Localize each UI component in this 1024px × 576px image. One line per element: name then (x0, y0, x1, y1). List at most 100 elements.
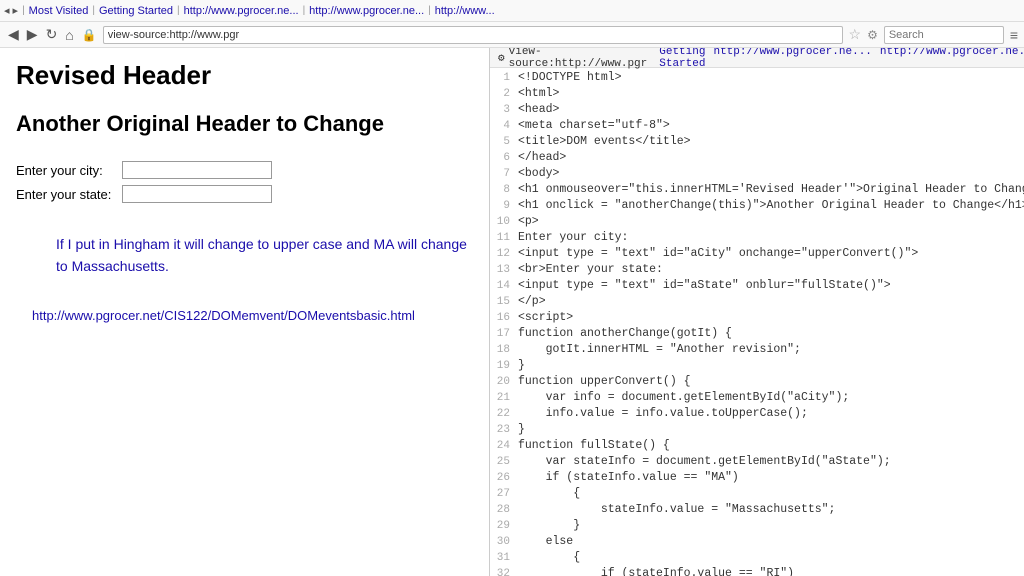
nav-separator3: | (177, 5, 180, 16)
line-code: var stateInfo = document.getElementById(… (518, 454, 891, 470)
source-line: 11Enter your city: (490, 230, 1024, 246)
city-input[interactable] (122, 161, 272, 179)
settings-icon[interactable]: ⚙ (867, 28, 878, 42)
line-code: <title>DOM events</title> (518, 134, 691, 150)
state-label: Enter your state: (16, 187, 116, 202)
reload-button[interactable]: ↻ (44, 26, 60, 43)
line-code: <meta charset="utf-8"> (518, 118, 670, 134)
line-code: else (518, 534, 573, 550)
source-line: 9<h1 onclick = "anotherChange(this)">Ano… (490, 198, 1024, 214)
page-heading-1: Revised Header (16, 60, 473, 91)
address-input[interactable] (103, 26, 843, 44)
source-line: 1<!DOCTYPE html> (490, 70, 1024, 86)
home-button[interactable]: ⌂ (63, 27, 75, 43)
source-line: 12<input type = "text" id="aCity" onchan… (490, 246, 1024, 262)
line-code: <p> (518, 214, 539, 230)
line-code: function fullState() { (518, 438, 670, 454)
nav-icon-fwd[interactable]: ▸ (13, 4, 19, 17)
back-button[interactable]: ◀ (6, 26, 21, 43)
nav-link-1[interactable]: http://www.pgrocer.ne... (184, 5, 299, 17)
source-tab-icon: ⚙ (498, 51, 505, 65)
nav-bar: ◂ ▸ | Most Visited | Getting Started | h… (0, 0, 1024, 22)
bookmark-star-icon[interactable]: ☆ (849, 26, 862, 43)
source-line: 28 stateInfo.value = "Massachusetts"; (490, 502, 1024, 518)
source-line: 13<br>Enter your state: (490, 262, 1024, 278)
line-number: 21 (490, 390, 518, 406)
source-header: ⚙ view-source:http://www.pgr Getting Sta… (490, 48, 1024, 68)
src-bm-2[interactable]: http://www.pgrocer.ne... (880, 48, 1024, 70)
line-number: 29 (490, 518, 518, 534)
line-code: } (518, 422, 525, 438)
source-line: 19} (490, 358, 1024, 374)
source-tab-label: view-source:http://www.pgr (509, 48, 648, 70)
src-bm-getting-started[interactable]: Getting Started (659, 48, 705, 70)
search-input[interactable] (884, 26, 1004, 44)
line-code: <body> (518, 166, 559, 182)
nav-link-2[interactable]: http://www.pgrocer.ne... (309, 5, 424, 17)
source-line: 5<title>DOM events</title> (490, 134, 1024, 150)
nav-link-most-visited[interactable]: Most Visited (29, 5, 89, 17)
source-line: 24function fullState() { (490, 438, 1024, 454)
source-line: 3<head> (490, 102, 1024, 118)
source-line: 6</head> (490, 150, 1024, 166)
line-number: 3 (490, 102, 518, 118)
line-number: 20 (490, 374, 518, 390)
line-code: <!DOCTYPE html> (518, 70, 622, 86)
line-code: <input type = "text" id="aCity" onchange… (518, 246, 918, 262)
source-line: 32 if (stateInfo.value == "RI") (490, 566, 1024, 576)
line-code: function upperConvert() { (518, 374, 691, 390)
line-number: 26 (490, 470, 518, 486)
line-number: 18 (490, 342, 518, 358)
src-bm-1[interactable]: http://www.pgrocer.ne... (713, 48, 871, 70)
line-number: 27 (490, 486, 518, 502)
line-code: if (stateInfo.value == "RI") (518, 566, 794, 576)
line-number: 7 (490, 166, 518, 182)
nav-separator4: | (303, 5, 306, 16)
state-input[interactable] (122, 185, 272, 203)
nav-separator: | (22, 5, 25, 16)
nav-separator5: | (428, 5, 431, 16)
source-body: 1<!DOCTYPE html>2<html>3<head>4<meta cha… (490, 68, 1024, 576)
line-code: { (518, 486, 580, 502)
line-number: 24 (490, 438, 518, 454)
source-line: 20function upperConvert() { (490, 374, 1024, 390)
line-number: 6 (490, 150, 518, 166)
line-code: Enter your city: (518, 230, 628, 246)
line-number: 15 (490, 294, 518, 310)
line-number: 31 (490, 550, 518, 566)
nav-icon-back[interactable]: ◂ (4, 4, 10, 17)
nav-link-3[interactable]: http://www... (435, 5, 495, 17)
line-code: <head> (518, 102, 559, 118)
page-link[interactable]: http://www.pgrocer.net/CIS122/DOMemvent/… (32, 308, 473, 323)
line-number: 19 (490, 358, 518, 374)
line-number: 2 (490, 86, 518, 102)
source-line: 15</p> (490, 294, 1024, 310)
line-code: stateInfo.value = "Massachusetts"; (518, 502, 835, 518)
line-number: 1 (490, 70, 518, 86)
line-code: <input type = "text" id="aState" onblur=… (518, 278, 891, 294)
line-number: 14 (490, 278, 518, 294)
main-content: Revised Header Another Original Header t… (0, 48, 1024, 576)
info-text: If I put in Hingham it will change to up… (56, 233, 473, 278)
source-line: 8<h1 onmouseover="this.innerHTML='Revise… (490, 182, 1024, 198)
line-code: if (stateInfo.value == "MA") (518, 470, 739, 486)
source-line: 25 var stateInfo = document.getElementBy… (490, 454, 1024, 470)
source-bookmarks-bar: Getting Started http://www.pgrocer.ne...… (659, 48, 1024, 70)
line-number: 13 (490, 262, 518, 278)
city-form-row: Enter your city: (16, 161, 473, 179)
source-line: 22 info.value = info.value.toUpperCase()… (490, 406, 1024, 422)
line-number: 32 (490, 566, 518, 576)
nav-link-getting-started[interactable]: Getting Started (99, 5, 173, 17)
source-line: 27 { (490, 486, 1024, 502)
city-label: Enter your city: (16, 163, 116, 178)
source-line: 23} (490, 422, 1024, 438)
line-code: </p> (518, 294, 546, 310)
menu-icon[interactable]: ≡ (1010, 27, 1018, 43)
line-code: } (518, 518, 580, 534)
line-number: 22 (490, 406, 518, 422)
line-code: </head> (518, 150, 566, 166)
line-number: 12 (490, 246, 518, 262)
source-line: 31 { (490, 550, 1024, 566)
forward-button[interactable]: ▶ (25, 26, 40, 43)
line-code: <script> (518, 310, 573, 326)
